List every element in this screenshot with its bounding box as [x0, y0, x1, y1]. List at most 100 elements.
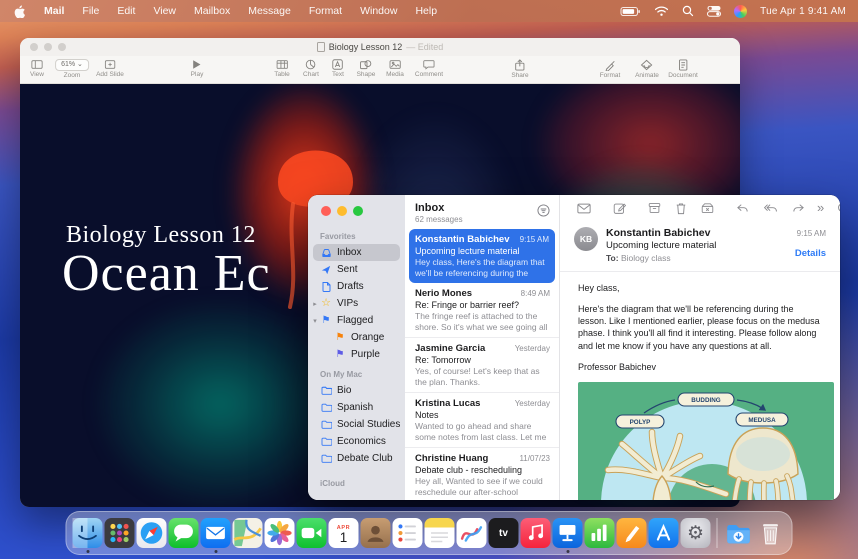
dock-pages-icon[interactable] — [617, 518, 647, 548]
jellyfish-lifecycle-diagram[interactable]: POLYP BUDDING MEDUSA — [578, 382, 834, 500]
sidebar-item-flag-orange[interactable]: ⚑ Orange — [308, 329, 405, 346]
dock-contacts-icon[interactable] — [361, 518, 391, 548]
reply-all-icon[interactable] — [763, 203, 778, 214]
sidebar-item-sent[interactable]: Sent — [308, 261, 405, 278]
compose-icon[interactable] — [613, 202, 626, 215]
more-actions-icon[interactable]: » — [817, 203, 823, 213]
menu-help[interactable]: Help — [406, 5, 446, 17]
reply-icon[interactable] — [736, 203, 749, 214]
sidebar-folder-debate-club[interactable]: Debate Club — [308, 450, 405, 467]
email-row[interactable]: Nerio Mones8:49 AM Re: Fringe or barrier… — [405, 283, 559, 338]
dock-mail-icon[interactable] — [201, 518, 231, 548]
close-button[interactable] — [321, 206, 331, 216]
email-row-selected[interactable]: Konstantin Babichev9:15 AM Upcoming lect… — [409, 229, 555, 283]
minimize-button[interactable] — [44, 43, 52, 51]
shape-button[interactable]: Shape — [357, 59, 376, 78]
zoom-control[interactable]: 61% ⌄ Zoom — [55, 59, 89, 79]
dock-freeform-icon[interactable] — [457, 518, 487, 548]
keynote-window-controls[interactable] — [30, 43, 66, 51]
animate-button[interactable]: Animate — [635, 59, 659, 79]
dock-reminders-icon[interactable] — [393, 518, 423, 548]
menu-format[interactable]: Format — [300, 5, 351, 17]
sidebar-folder-spanish[interactable]: Spanish — [308, 399, 405, 416]
dock-calendar-icon[interactable]: APR 1 — [329, 518, 359, 548]
filter-icon[interactable] — [537, 204, 550, 217]
dock-facetime-icon[interactable] — [297, 518, 327, 548]
share-button[interactable]: Share — [511, 59, 528, 79]
format-button[interactable]: Format — [600, 59, 621, 79]
apple-menu-icon[interactable] — [0, 5, 35, 18]
spotlight-search-icon[interactable] — [682, 5, 694, 17]
sidebar-folder-economics[interactable]: Economics — [308, 433, 405, 450]
dock-trash-icon[interactable] — [756, 518, 786, 548]
chart-button[interactable]: Chart — [303, 59, 319, 78]
zoom-button[interactable] — [58, 43, 66, 51]
junk-icon[interactable] — [701, 202, 714, 214]
sidebar-folder-social-studies[interactable]: Social Studies — [308, 416, 405, 433]
document-button[interactable]: Document — [668, 59, 698, 79]
email-row[interactable]: Christine Huang11/07/23 Debate club - re… — [405, 448, 559, 500]
mail-window-controls[interactable] — [321, 206, 363, 216]
sidebar-item-vips[interactable]: ▸ ☆ VIPs — [308, 295, 405, 312]
menu-file[interactable]: File — [73, 5, 108, 17]
dock-music-icon[interactable] — [521, 518, 551, 548]
menu-bar-clock[interactable]: Tue Apr 1 9:41 AM — [760, 6, 846, 17]
view-button[interactable]: View — [30, 59, 44, 78]
email-preview: The fringe reef is attached to the shore… — [415, 311, 550, 333]
dock-appstore-icon[interactable] — [649, 518, 679, 548]
menu-edit[interactable]: Edit — [108, 5, 144, 17]
wifi-icon[interactable] — [654, 5, 669, 17]
medusa-label: MEDUSA — [748, 417, 776, 424]
minimize-button[interactable] — [337, 206, 347, 216]
menu-message[interactable]: Message — [239, 5, 300, 17]
email-time: 9:15 AM — [520, 235, 549, 244]
details-link[interactable]: Details — [795, 248, 826, 259]
menu-window[interactable]: Window — [351, 5, 406, 17]
message-toolbar: » — [560, 195, 840, 221]
message-body: Hey class, Here's the diagram that we'll… — [560, 272, 840, 373]
play-button[interactable]: Play — [191, 59, 204, 78]
add-slide-button[interactable]: Add Slide — [96, 59, 124, 78]
menu-mail[interactable]: Mail — [35, 5, 73, 17]
dock-photos-icon[interactable] — [265, 518, 295, 548]
sidebar-item-inbox[interactable]: Inbox — [313, 244, 400, 261]
forward-icon[interactable] — [792, 203, 805, 214]
unread-icon[interactable] — [577, 203, 591, 214]
sidebar-item-label: VIPs — [337, 298, 358, 309]
text-button[interactable]: Text — [332, 59, 344, 78]
email-row[interactable]: Kristina LucasYesterday Notes Wanted to … — [405, 393, 559, 448]
menu-view[interactable]: View — [144, 5, 185, 17]
battery-icon[interactable] — [620, 5, 641, 18]
control-center-icon[interactable] — [707, 5, 721, 17]
dock-numbers-icon[interactable] — [585, 518, 615, 548]
trash-icon[interactable] — [675, 202, 687, 215]
sidebar-item-flagged[interactable]: ▾ ⚑ Flagged — [308, 312, 405, 329]
chevron-down-icon[interactable]: ▾ — [311, 317, 319, 325]
media-button[interactable]: Media — [386, 59, 404, 78]
search-icon[interactable] — [837, 202, 840, 215]
dock-appletv-icon[interactable]: tv — [489, 518, 519, 548]
dock-safari-icon[interactable] — [137, 518, 167, 548]
sidebar-item-flag-purple[interactable]: ⚑ Purple — [308, 346, 405, 363]
sidebar-folder-bio[interactable]: Bio — [308, 382, 405, 399]
dock-downloads-icon[interactable] — [724, 518, 754, 548]
dock-launchpad-icon[interactable] — [105, 518, 135, 548]
dock-notes-icon[interactable] — [425, 518, 455, 548]
dock-keynote-icon[interactable] — [553, 518, 583, 548]
table-button[interactable]: Table — [274, 59, 290, 78]
dock-messages-icon[interactable] — [169, 518, 199, 548]
mail-window[interactable]: Favorites Inbox Sent Drafts ▸ ☆ VIPs ▾ ⚑ — [308, 195, 840, 500]
message-list-header: Inbox 62 messages — [405, 195, 559, 228]
archive-icon[interactable] — [648, 202, 661, 214]
user-switcher-icon[interactable] — [734, 5, 747, 18]
comment-button[interactable]: Comment — [415, 59, 443, 78]
chevron-right-icon[interactable]: ▸ — [311, 300, 319, 308]
dock-maps-icon[interactable] — [233, 518, 263, 548]
menu-mailbox[interactable]: Mailbox — [185, 5, 239, 17]
dock-settings-icon[interactable]: ⚙ — [681, 518, 711, 548]
dock-finder-icon[interactable] — [73, 518, 103, 548]
close-button[interactable] — [30, 43, 38, 51]
email-row[interactable]: Jasmine GarciaYesterday Re: Tomorrow Yes… — [405, 338, 559, 393]
sidebar-item-drafts[interactable]: Drafts — [308, 278, 405, 295]
zoom-button[interactable] — [353, 206, 363, 216]
